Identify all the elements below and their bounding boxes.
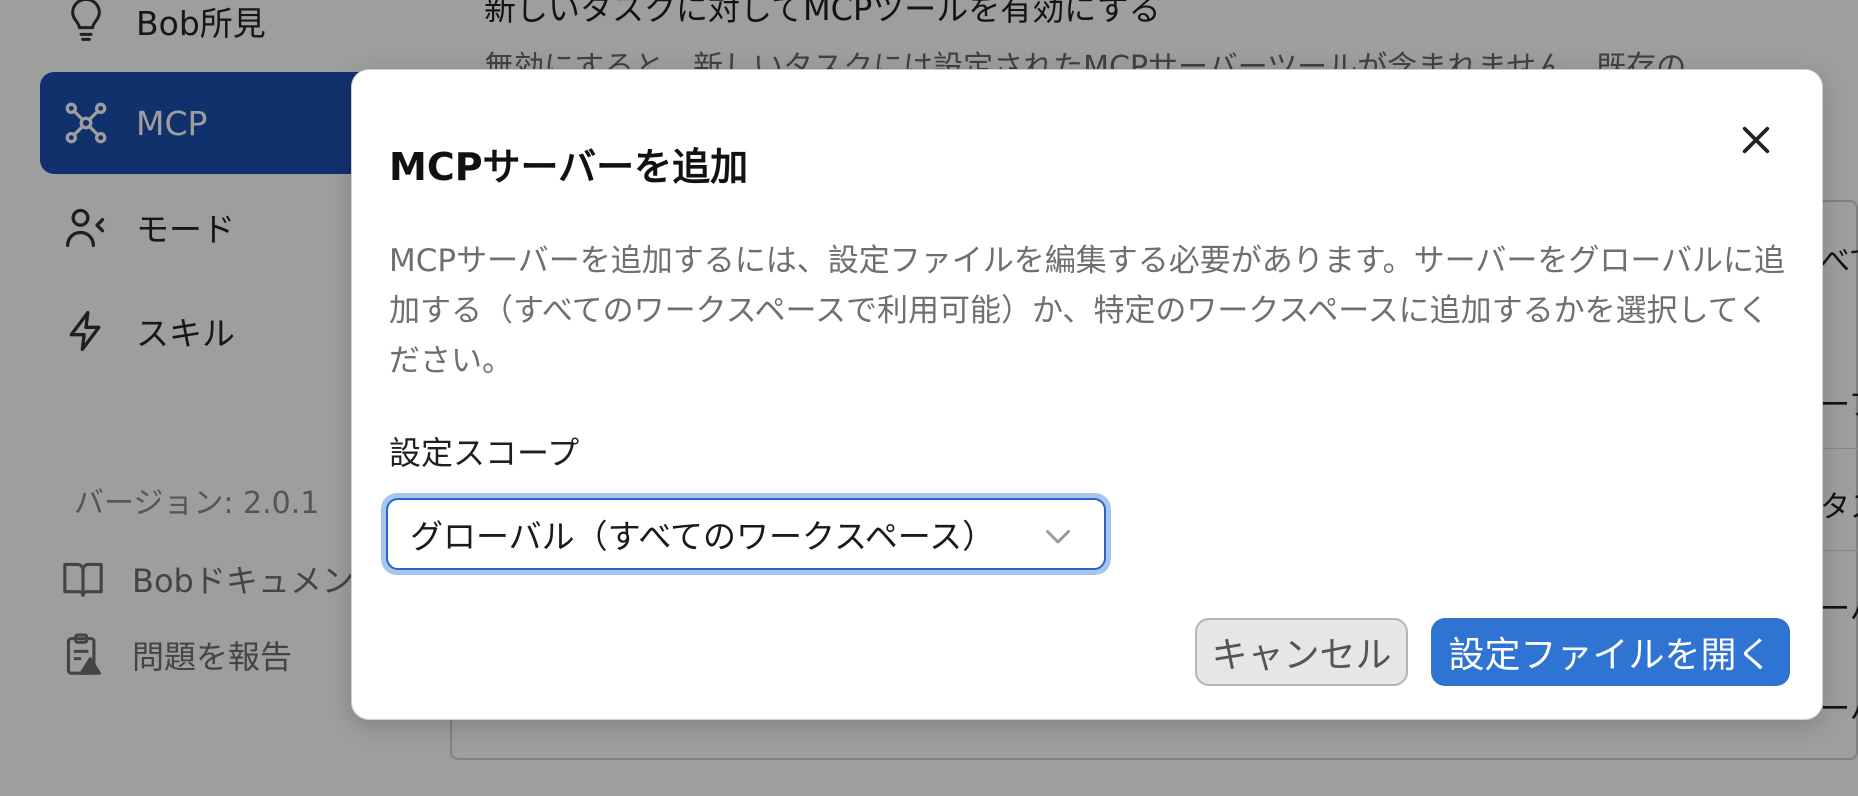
open-settings-file-button[interactable]: 設定ファイルを開く	[1431, 618, 1790, 686]
scope-select[interactable]: グローバル（すべてのワークスペース）	[386, 498, 1106, 570]
add-mcp-server-dialog: MCPサーバーを追加 MCPサーバーを追加するには、設定ファイルを編集する必要が…	[351, 69, 1823, 720]
dialog-title: MCPサーバーを追加	[389, 145, 749, 189]
close-button[interactable]	[1730, 114, 1782, 166]
scope-label: 設定スコープ	[389, 434, 580, 472]
scope-select-value: グローバル（すべてのワークスペース）	[410, 517, 996, 556]
cancel-button[interactable]: キャンセル	[1195, 618, 1408, 686]
dialog-description: MCPサーバーを追加するには、設定ファイルを編集する必要があります。サーバーをグ…	[389, 243, 1786, 379]
chevron-down-icon	[1046, 530, 1070, 544]
close-icon	[1742, 126, 1770, 154]
scope-select-focus-ring: グローバル（すべてのワークスペース）	[381, 493, 1111, 575]
